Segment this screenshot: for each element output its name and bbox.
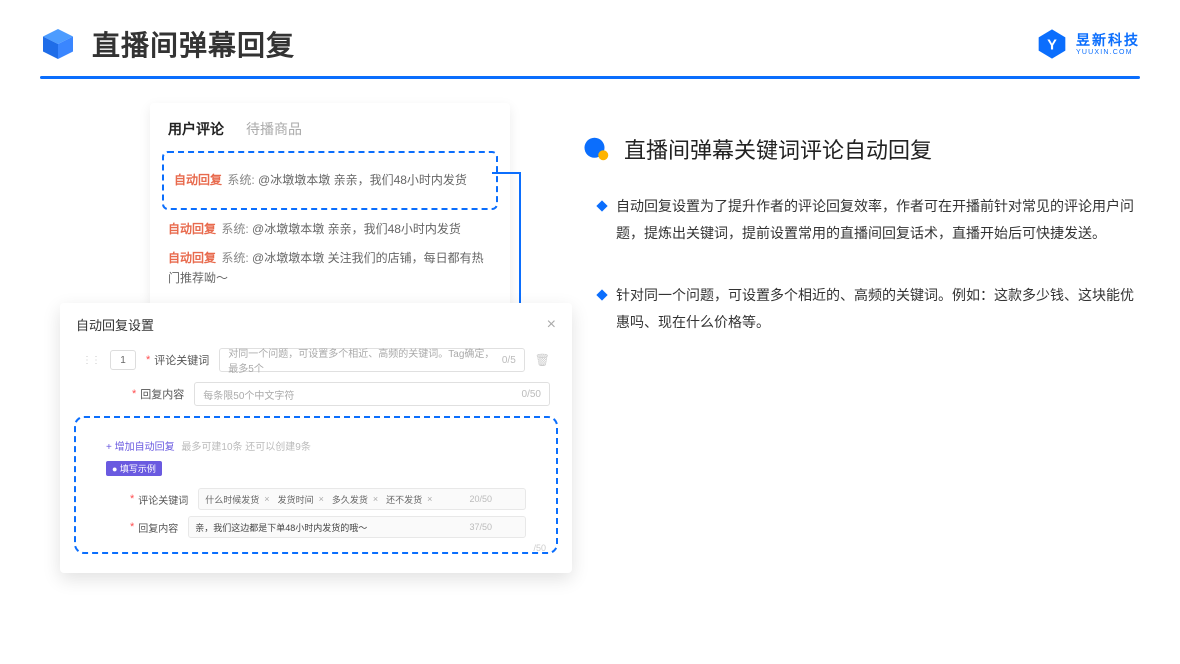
required-dot-icon: *: [146, 354, 150, 366]
add-auto-reply-link[interactable]: + 增加自动回复: [106, 442, 175, 453]
example-content-label-text: 回复内容: [138, 520, 178, 535]
content-placeholder: 每条限50个中文字符: [203, 387, 294, 402]
example-keyword-label-text: 评论关键词: [138, 492, 188, 507]
brand-cn: 昱新科技: [1076, 33, 1140, 47]
example-keyword-row: * 评论关键词 什么时候发货 × 发货时间 × 多久发货 × 还不发货 × 20/50: [130, 488, 526, 510]
tag-item: 什么时候发货: [205, 493, 259, 506]
comment-text: @冰墩墩本墩 亲亲，我们48小时内发货: [258, 173, 467, 187]
ghost-count: /50: [533, 543, 546, 553]
comments-panel: 用户评论 待播商品 自动回复 系统: @冰墩墩本墩 亲亲，我们48小时内发货 自…: [150, 103, 510, 333]
bullet-text: 自动回复设置为了提升作者的评论回复效率，作者可在开播前针对常见的评论用户问题，提…: [616, 193, 1140, 246]
chat-bubble-icon: [582, 134, 612, 164]
title-underline: [40, 76, 1140, 79]
required-dot-icon: *: [130, 493, 134, 505]
auto-reply-label: 自动回复: [174, 173, 222, 187]
brand-text: 昱新科技 YUUXIN.COM: [1076, 33, 1140, 56]
content-count: 0/50: [522, 389, 541, 400]
example-keyword-label: * 评论关键词: [130, 492, 188, 507]
tab-user-comments[interactable]: 用户评论: [168, 119, 224, 139]
keyword-placeholder: 对同一个问题，可设置多个相近、高频的关键词。Tag确定，最多5个: [228, 345, 502, 375]
diamond-icon: [596, 290, 607, 301]
add-hint: 最多可建10条 还可以创建9条: [181, 442, 310, 453]
tag-remove-icon[interactable]: ×: [427, 494, 432, 504]
section-head: 直播间弹幕关键词评论自动回复: [582, 133, 1140, 165]
bullet-item: 针对同一个问题，可设置多个相近的、高频的关键词。例如：这款多少钱、这块能优惠吗、…: [598, 282, 1140, 335]
comment-row: 自动回复 系统: @冰墩墩本墩 关注我们的店铺，每日都有热门推荐呦～: [168, 249, 492, 287]
section-title: 直播间弹幕关键词评论自动回复: [624, 133, 932, 165]
example-badge: ● 填写示例: [106, 461, 162, 476]
keyword-count: 0/5: [502, 355, 516, 366]
content-input[interactable]: 每条限50个中文字符 0/50: [194, 382, 550, 406]
comments-tabs: 用户评论 待播商品: [168, 119, 492, 139]
dialog-title: 自动回复设置: [76, 315, 154, 334]
example-content-count: 37/50: [469, 522, 492, 532]
brand-block: Y 昱新科技 YUUXIN.COM: [1036, 28, 1140, 60]
example-content-value: 亲，我们这边都是下单48小时内发货的哦～: [195, 521, 367, 534]
bullet-text: 针对同一个问题，可设置多个相近的、高频的关键词。例如：这款多少钱、这块能优惠吗、…: [616, 282, 1140, 335]
required-dot-icon: *: [132, 388, 136, 400]
highlight-box-bottom: + 增加自动回复 最多可建10条 还可以创建9条 ● 填写示例 * 评论关键词 …: [74, 416, 558, 554]
close-icon[interactable]: ×: [547, 316, 556, 334]
keyword-label: * 评论关键词: [146, 352, 209, 368]
example-content-row: * 回复内容 亲，我们这边都是下单48小时内发货的哦～ 37/50: [130, 516, 526, 538]
right-column: 直播间弹幕关键词评论自动回复 自动回复设置为了提升作者的评论回复效率，作者可在开…: [582, 103, 1140, 623]
comment-row: 自动回复 系统: @冰墩墩本墩 亲亲，我们48小时内发货: [168, 220, 492, 239]
sys-label: 系统:: [221, 251, 248, 265]
tag-item: 多久发货: [332, 493, 368, 506]
comment-text: @冰墩墩本墩 亲亲，我们48小时内发货: [252, 222, 461, 236]
content-area: 用户评论 待播商品 自动回复 系统: @冰墩墩本墩 亲亲，我们48小时内发货 自…: [0, 103, 1180, 623]
example-content-label: * 回复内容: [130, 520, 178, 535]
keyword-input[interactable]: 对同一个问题，可设置多个相近、高频的关键词。Tag确定，最多5个 0/5: [219, 348, 524, 372]
page-header: 直播间弹幕回复 Y 昱新科技 YUUXIN.COM: [0, 0, 1180, 76]
highlight-box-top: 自动回复 系统: @冰墩墩本墩 亲亲，我们48小时内发货: [162, 151, 498, 210]
add-row: + 增加自动回复 最多可建10条 还可以创建9条: [106, 438, 526, 453]
cube-icon: [40, 26, 76, 62]
dialog-header: 自动回复设置 ×: [76, 315, 556, 334]
keyword-row: ⋮⋮ 1 * 评论关键词 对同一个问题，可设置多个相近、高频的关键词。Tag确定…: [82, 348, 550, 372]
svg-text:Y: Y: [1047, 37, 1057, 53]
brand-hex-icon: Y: [1036, 28, 1068, 60]
tag-remove-icon[interactable]: ×: [373, 494, 378, 504]
tag-item: 发货时间: [278, 493, 314, 506]
tag-item: 还不发货: [386, 493, 422, 506]
sys-label: 系统:: [221, 222, 248, 236]
bullet-item: 自动回复设置为了提升作者的评论回复效率，作者可在开播前针对常见的评论用户问题，提…: [598, 193, 1140, 246]
auto-reply-label: 自动回复: [168, 251, 216, 265]
content-row: * 回复内容 每条限50个中文字符 0/50: [132, 382, 550, 406]
tag-remove-icon[interactable]: ×: [264, 494, 269, 504]
example-kw-count: 20/50: [469, 494, 492, 504]
content-label-text: 回复内容: [140, 386, 184, 402]
tag-remove-icon[interactable]: ×: [319, 494, 324, 504]
auto-reply-label: 自动回复: [168, 222, 216, 236]
header-left: 直播间弹幕回复: [40, 24, 295, 64]
keyword-label-text: 评论关键词: [154, 352, 209, 368]
drag-handle-icon[interactable]: ⋮⋮: [82, 355, 100, 366]
sys-label: 系统:: [227, 173, 254, 187]
left-column: 用户评论 待播商品 自动回复 系统: @冰墩墩本墩 亲亲，我们48小时内发货 自…: [40, 103, 550, 623]
comment-row: 自动回复 系统: @冰墩墩本墩 亲亲，我们48小时内发货: [174, 171, 486, 190]
sequence-box: 1: [110, 350, 136, 370]
tab-pending-products[interactable]: 待播商品: [246, 119, 302, 139]
settings-dialog: 自动回复设置 × ⋮⋮ 1 * 评论关键词 对同一个问题，可设置多个相近、高频的…: [60, 303, 572, 573]
brand-en: YUUXIN.COM: [1076, 49, 1140, 56]
required-dot-icon: *: [130, 521, 134, 533]
delete-icon[interactable]: 🗑: [535, 353, 550, 367]
content-label: * 回复内容: [132, 386, 184, 402]
diamond-icon: [596, 200, 607, 211]
page-title: 直播间弹幕回复: [92, 24, 295, 64]
